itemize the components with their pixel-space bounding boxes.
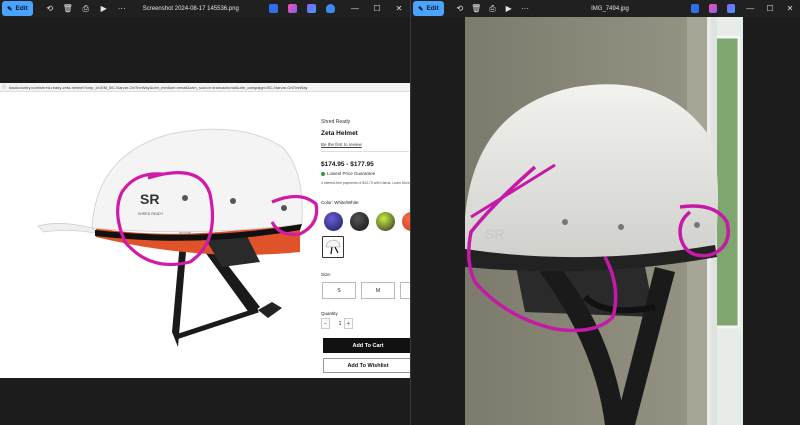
color-swatch-selected[interactable] — [322, 236, 344, 258]
more-icon[interactable]: ··· — [517, 0, 533, 17]
print-icon[interactable]: ⎙ — [484, 0, 500, 17]
right-titlebar: ✎ Edit ⟲ 🗑 ⎙ ▶ ··· IMG_7494.jpg — ☐ ✕ — [411, 0, 800, 17]
file-name: Screenshot 2024-08-17 145536.png — [142, 5, 239, 12]
left-image-stage: ⓘ backcountry.com/shred-ready-zeta-helme… — [0, 17, 410, 425]
quantity-minus-button[interactable]: − — [321, 318, 330, 329]
url-text: backcountry.com/shred-ready-zeta-helmet?… — [9, 84, 308, 90]
minimize-icon[interactable]: — — [740, 0, 760, 17]
close-icon[interactable]: ✕ — [780, 0, 800, 17]
designer-icon[interactable] — [708, 4, 718, 13]
product-screenshot: ⓘ backcountry.com/shred-ready-zeta-helme… — [0, 83, 410, 378]
product-price: $174.95 - $177.95 — [321, 161, 374, 168]
clipchamp-icon[interactable] — [268, 4, 278, 13]
product-brand[interactable]: Shred Ready — [321, 119, 350, 125]
divider — [321, 151, 409, 152]
size-option[interactable]: L — [400, 282, 410, 299]
trash-icon[interactable]: 🗑 — [468, 0, 484, 17]
helmet-logo: SR — [140, 191, 159, 207]
file-name: IMG_7494.jpg — [591, 5, 629, 12]
more-icon[interactable]: ··· — [113, 0, 131, 17]
cloud-icon[interactable] — [325, 4, 335, 13]
size-option[interactable]: M — [361, 282, 395, 299]
color-swatch[interactable] — [324, 212, 343, 231]
slideshow-icon[interactable]: ▶ — [95, 0, 113, 17]
add-to-wishlist-button[interactable]: Add To Wishlist — [323, 358, 410, 373]
color-swatch[interactable] — [402, 212, 410, 231]
helmet-photo: SR — [465, 17, 743, 425]
print-icon[interactable]: ⎙ — [77, 0, 95, 17]
right-photos-window: ✎ Edit ⟲ 🗑 ⎙ ▶ ··· IMG_7494.jpg — ☐ ✕ SR — [411, 0, 800, 425]
info-icon: ⓘ — [2, 84, 6, 89]
minimize-icon[interactable]: — — [344, 0, 366, 17]
edit-button[interactable]: ✎ Edit — [2, 1, 33, 16]
clipchamp-icon[interactable] — [690, 4, 699, 13]
klarna-text[interactable]: 4 interest-free payments of $43.73 with … — [321, 181, 410, 185]
quantity-label: Quantity — [321, 311, 338, 316]
left-titlebar: ✎ Edit ⟲ 🗑 ⎙ ▶ ··· Screenshot 2024-08-17… — [0, 0, 410, 17]
maximize-icon[interactable]: ☐ — [760, 0, 780, 17]
slideshow-icon[interactable]: ▶ — [501, 0, 517, 17]
copilot-icon[interactable] — [727, 4, 736, 13]
add-to-cart-button[interactable]: Add To Cart — [323, 338, 410, 353]
quantity-plus-button[interactable]: + — [344, 318, 353, 329]
right-image-stage: SR — [411, 17, 800, 425]
review-link[interactable]: Be the first to review — [321, 142, 362, 147]
edit-label: Edit — [426, 5, 439, 12]
trash-icon[interactable]: 🗑 — [59, 0, 77, 17]
guarantee-text: Lowest Price Guarantee — [327, 171, 376, 176]
close-icon[interactable]: ✕ — [388, 0, 410, 17]
product-info-panel: Shred Ready Zeta Helmet Be the first to … — [320, 83, 410, 378]
left-photos-window: ✎ Edit ⟲ 🗑 ⎙ ▶ ··· Screenshot 2024-08-17… — [0, 0, 410, 425]
copilot-icon[interactable] — [306, 4, 316, 13]
rotate-icon[interactable]: ⟲ — [41, 0, 59, 17]
check-icon — [321, 171, 325, 176]
size-option[interactable]: S — [322, 282, 356, 299]
helmet-thumbnail-icon — [325, 239, 341, 255]
color-swatch[interactable] — [376, 212, 395, 231]
edit-button[interactable]: ✎ Edit — [413, 1, 444, 16]
svg-text:SR: SR — [485, 226, 504, 242]
edit-label: Edit — [15, 5, 28, 12]
helmet-product-photo: SR SHRED READY — [0, 92, 320, 378]
pencil-icon: ✎ — [418, 5, 424, 13]
size-label: Size: — [321, 272, 332, 277]
color-swatch[interactable] — [350, 212, 369, 231]
color-label: Color: White/White — [321, 200, 359, 205]
product-name: Zeta Helmet — [321, 130, 358, 137]
pencil-icon: ✎ — [7, 5, 13, 13]
maximize-icon[interactable]: ☐ — [366, 0, 388, 17]
designer-icon[interactable] — [287, 4, 297, 13]
helmet-logo-sub: SHRED READY — [138, 212, 164, 216]
price-guarantee[interactable]: Lowest Price Guarantee — [321, 171, 375, 176]
rotate-icon[interactable]: ⟲ — [452, 0, 468, 17]
